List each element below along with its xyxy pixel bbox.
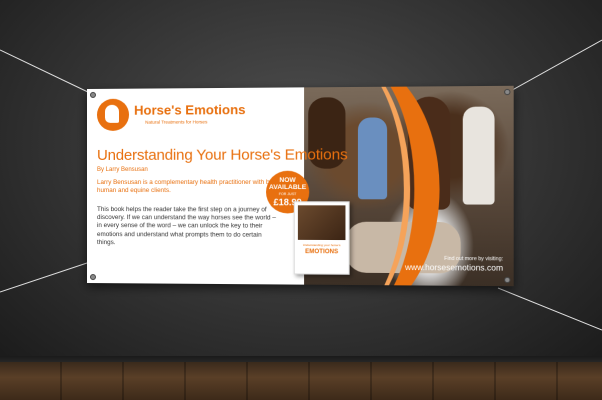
author-byline: By Larry Bensusan <box>97 167 148 173</box>
grommet-bottom-right <box>504 277 510 283</box>
brand-name: Horse's Emotions <box>134 102 246 118</box>
grommet-top-left <box>90 92 96 98</box>
book-cover-subtitle: Understanding your horse's <box>297 243 347 247</box>
brand-tagline: Natural Treatments for Horses <box>145 119 207 124</box>
promo-banner: Horse's Emotions Natural Treatments for … <box>87 86 514 286</box>
horse-head-icon <box>105 105 119 123</box>
book-cover-title: EMOTIONS <box>297 249 347 255</box>
badge-for-just: FOR JUST <box>266 192 309 196</box>
grommet-bottom-left <box>90 274 96 280</box>
find-out-text: Find out more by visiting: <box>444 256 503 263</box>
badge-now: NOW <box>266 177 309 184</box>
author-intro: Larry Bensusan is a complementary health… <box>97 179 279 196</box>
book-description: This book helps the reader take the firs… <box>97 206 277 248</box>
grommet-top-right <box>504 89 510 95</box>
website-url: www.horsesemotions.com <box>405 263 503 273</box>
book-cover: Understanding your horse's EMOTIONS <box>294 201 350 275</box>
badge-available: AVAILABLE <box>266 184 309 191</box>
book-title-heading: Understanding Your Horse's Emotions <box>97 146 348 164</box>
person-white-shirt-image <box>463 107 495 205</box>
book-cover-image <box>298 205 346 240</box>
